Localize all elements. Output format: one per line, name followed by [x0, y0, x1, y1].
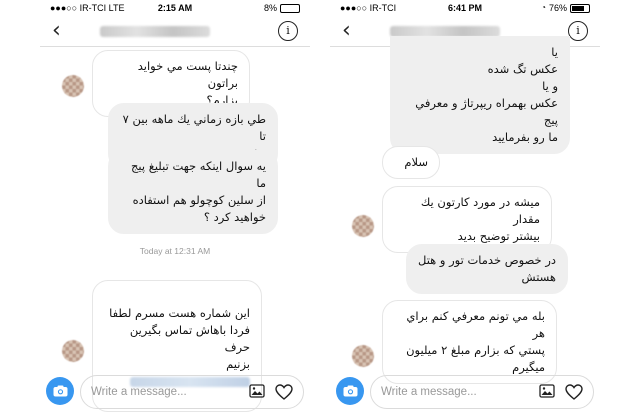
message-outgoing: يا عكس تگ شده و يا عكس بهمراه ريپرتاژ و …	[390, 36, 570, 154]
heart-icon[interactable]	[275, 384, 293, 400]
right-screenshot: ●●●○○ IR-TCI 6:41 PM ◔ 76% ‹ i يا عكس تگ…	[330, 0, 600, 413]
battery-fill	[572, 5, 584, 11]
heart-icon[interactable]	[565, 384, 583, 400]
battery-percent: 8%	[263, 3, 277, 13]
camera-button[interactable]	[336, 377, 364, 405]
battery-indicator: 8%	[264, 0, 300, 16]
message-incoming: بله مي تونم معرفي كنم براي هر پستي كه بز…	[382, 300, 557, 384]
info-icon[interactable]: i	[278, 21, 298, 41]
back-chevron-icon[interactable]: ‹	[342, 18, 351, 44]
avatar[interactable]	[352, 345, 374, 367]
image-icon[interactable]	[539, 384, 555, 398]
message-input-placeholder: Write a message...	[381, 386, 477, 398]
avatar[interactable]	[62, 75, 84, 97]
message-composer: Write a message...	[336, 375, 594, 409]
battery-percent: 76%	[548, 3, 567, 13]
back-chevron-icon[interactable]: ‹	[52, 18, 61, 44]
avatar[interactable]	[62, 340, 84, 362]
battery-indicator: ◔ 76%	[541, 0, 590, 16]
chat-header: ‹ i	[40, 16, 310, 47]
blurred-username[interactable]	[100, 26, 210, 37]
avatar[interactable]	[352, 215, 374, 237]
message-text: اين شماره هست مسرم لطفا فردا باهاش تماس …	[109, 306, 250, 371]
info-icon[interactable]: i	[568, 21, 588, 41]
status-bar: ●●●○○ IR-TCI LTE 2:15 AM 8%	[40, 0, 310, 16]
status-bar: ●●●○○ IR-TCI 6:41 PM ◔ 76%	[330, 0, 600, 16]
message-input[interactable]: Write a message...	[80, 375, 304, 409]
camera-icon	[343, 385, 357, 397]
message-composer: Write a message...	[46, 375, 304, 409]
message-input[interactable]: Write a message...	[370, 375, 594, 409]
message-incoming: ميشه در مورد كارتون يك مقدار بيشتر توضيح…	[382, 186, 552, 253]
message-input-placeholder: Write a message...	[91, 386, 187, 398]
orientation-lock-icon: ◔	[541, 3, 546, 12]
message-outgoing: در خصوص خدمات تور و هتل هستش	[406, 244, 568, 294]
image-icon[interactable]	[249, 384, 265, 398]
left-screenshot: ●●●○○ IR-TCI LTE 2:15 AM 8% ‹ i چندتا پس…	[40, 0, 310, 413]
message-timestamp: Today at 12:31 AM	[139, 246, 211, 256]
battery-icon	[570, 3, 590, 13]
camera-icon	[53, 385, 67, 397]
battery-icon	[280, 3, 300, 13]
message-incoming: سلام	[382, 146, 440, 179]
message-outgoing: يه سوال اينكه جهت تبليغ پيج ما از سلين ك…	[108, 150, 278, 234]
camera-button[interactable]	[46, 377, 74, 405]
